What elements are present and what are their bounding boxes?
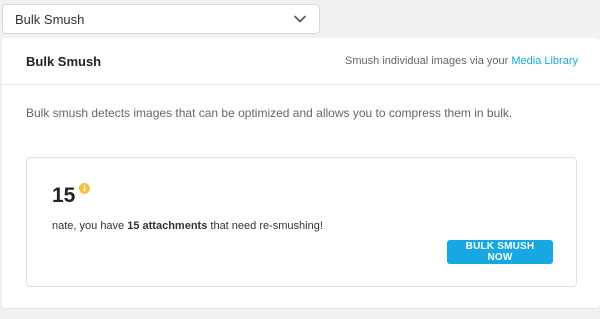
chevron-down-icon [293,12,307,26]
dropdown-selected-label: Bulk Smush [15,11,85,27]
message-suffix: that need re-smushing! [210,220,323,232]
section-select-dropdown[interactable]: Bulk Smush [2,4,320,34]
intro-text: Bulk smush detects images that can be op… [26,106,513,120]
media-library-link[interactable]: Media Library [511,55,578,67]
message-prefix: nate, you have [52,220,125,232]
panel-title: Bulk Smush [26,53,102,69]
attachment-count: 15 [52,184,76,207]
panel-header: Bulk Smush Smush individual images via y… [2,38,600,85]
message-count: 15 attachments [127,220,208,232]
bulk-smush-now-button[interactable]: BULK SMUSH NOW [447,240,553,264]
header-hint-text: Smush individual images via your [345,55,509,67]
panel-body: Bulk smush detects images that can be op… [2,85,600,122]
resmush-card: 15 nate, you have 15 attachments that ne… [26,157,577,287]
header-hint: Smush individual images via your Media L… [345,55,578,67]
resmush-message: nate, you have 15 attachments that need … [52,220,323,232]
bulk-smush-panel: Bulk Smush Smush individual images via y… [2,38,600,308]
info-icon[interactable] [79,183,91,194]
count-row: 15 [52,183,91,207]
